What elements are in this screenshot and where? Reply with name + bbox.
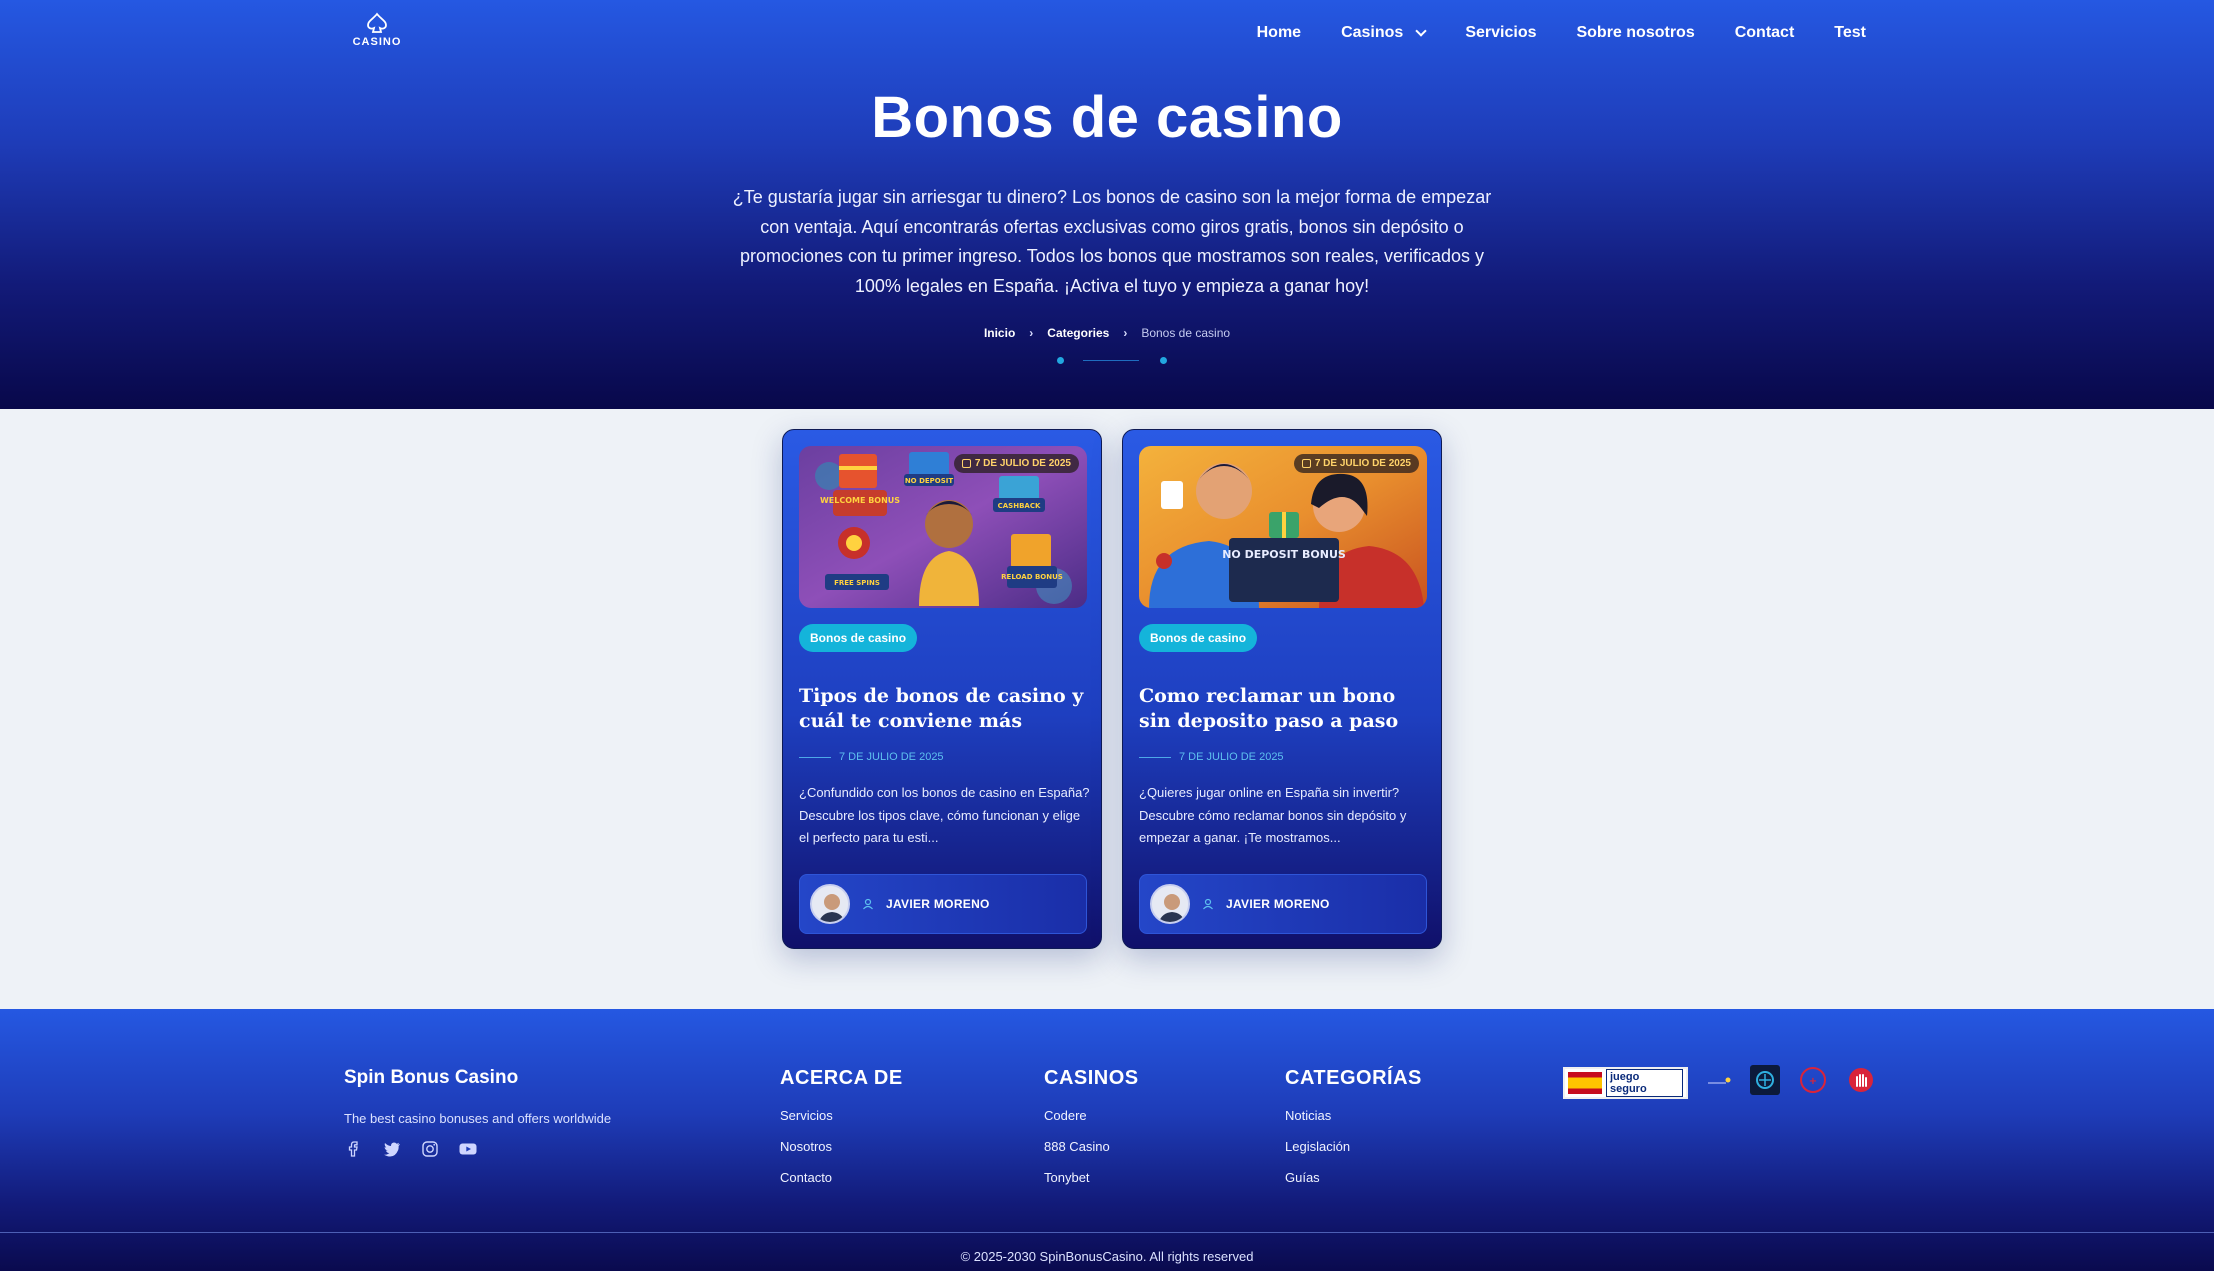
image-label-free-spins: FREE SPINS — [834, 579, 880, 587]
hero-section: CASINO Home Casinos Servicios Sobre noso… — [0, 0, 2214, 409]
post-card[interactable]: NO DEPOSIT BONUS 7 DE JULIO DE 2025 Bono… — [1122, 429, 1442, 949]
date-chip: 7 DE JULIO DE 2025 — [1293, 454, 1419, 473]
footer-link-legislacion[interactable]: Legislación — [1285, 1139, 1422, 1154]
post-card[interactable]: WELCOME BONUS NO DEPOSIT CASHBACK FREE S… — [782, 429, 1102, 949]
date-chip: 7 DE JULIO DE 2025 — [953, 454, 1079, 473]
breadcrumb-current: Bonos de casino — [1141, 326, 1231, 340]
nav-sobre-nosotros[interactable]: Sobre nosotros — [1576, 24, 1694, 42]
footer-link-guias[interactable]: Guías — [1285, 1170, 1422, 1185]
dgoj-badge-icon[interactable] — [1706, 1073, 1732, 1092]
footer-col-acerca: ACERCA DE Servicios Nosotros Contacto — [780, 1067, 903, 1201]
post-title[interactable]: Tipos de bonos de casino y cuál te convi… — [799, 684, 1089, 734]
decorative-divider — [1055, 356, 1167, 366]
calendar-icon — [1301, 459, 1311, 468]
post-excerpt: ¿Confundido con los bonos de casino en E… — [799, 785, 1090, 845]
image-label-no-deposit-bonus: NO DEPOSIT BONUS — [1222, 548, 1346, 561]
footer-link-888[interactable]: 888 Casino — [1044, 1139, 1139, 1154]
author-photo-image — [1152, 886, 1188, 922]
footer-heading: ACERCA DE — [780, 1067, 903, 1089]
nav-test[interactable]: Test — [1834, 24, 1866, 42]
breadcrumb-categories[interactable]: Categories — [1047, 326, 1109, 340]
breadcrumb-inicio[interactable]: Inicio — [984, 326, 1015, 340]
image-label-no-deposit: NO DEPOSIT — [905, 477, 954, 485]
site-footer: Spin Bonus Casino The best casino bonuse… — [0, 1009, 2214, 1271]
nav-casinos[interactable]: Casinos — [1341, 24, 1427, 42]
juego-seguro-badge[interactable]: juego seguro — [1563, 1066, 1688, 1099]
post-thumbnail[interactable]: WELCOME BONUS NO DEPOSIT CASHBACK FREE S… — [799, 446, 1087, 608]
responsible-gaming-badges: juego seguro + — [1563, 1065, 1876, 1100]
post-date-text: 7 DE JULIO DE 2025 — [839, 751, 944, 763]
footer-tagline: The best casino bonuses and offers world… — [344, 1111, 612, 1126]
footer-link-codere[interactable]: Codere — [1044, 1108, 1139, 1123]
author-name: JAVIER MORENO — [1226, 897, 1330, 911]
spain-flag-icon — [1568, 1071, 1602, 1094]
breadcrumb: Inicio › Categories › Bonos de casino — [0, 326, 2214, 340]
instagram-icon[interactable] — [420, 1139, 440, 1159]
post-excerpt: ¿Quieres jugar online en España sin inve… — [1139, 785, 1407, 845]
author-box[interactable]: JAVIER MORENO — [1139, 874, 1427, 934]
avatar — [810, 884, 850, 924]
footer-heading: CASINOS — [1044, 1067, 1139, 1089]
footer-link-noticias[interactable]: Noticias — [1285, 1108, 1422, 1123]
category-tag[interactable]: Bonos de casino — [1139, 624, 1258, 652]
social-links — [344, 1139, 478, 1159]
category-tag[interactable]: Bonos de casino — [799, 624, 918, 652]
user-icon — [1203, 898, 1213, 910]
chevron-right-icon: › — [1029, 326, 1034, 340]
post-title[interactable]: Como reclamar un bono sin deposito paso … — [1139, 684, 1429, 734]
main-nav: Home Casinos Servicios Sobre nosotros Co… — [1257, 24, 1866, 42]
chevron-down-icon — [1415, 24, 1427, 37]
post-thumbnail[interactable]: NO DEPOSIT BONUS 7 DE JULIO DE 2025 — [1139, 446, 1427, 608]
divider-dot — [1057, 357, 1064, 364]
footer-link-servicios[interactable]: Servicios — [780, 1108, 903, 1123]
age-restriction-badge-icon[interactable]: + — [1798, 1065, 1828, 1100]
stop-hand-badge-icon[interactable] — [1846, 1065, 1876, 1100]
spade-logo-icon — [367, 12, 387, 33]
footer-col-categorias: CATEGORÍAS Noticias Legislación Guías — [1285, 1067, 1422, 1201]
date-chip-text: 7 DE JULIO DE 2025 — [1314, 458, 1411, 469]
post-date: 7 DE JULIO DE 2025 — [1139, 751, 1284, 763]
juego-seguro-text: juego seguro — [1605, 1068, 1683, 1097]
user-icon — [863, 898, 873, 910]
footer-brand: Spin Bonus Casino — [344, 1067, 519, 1088]
author-photo-image — [812, 886, 848, 922]
site-logo[interactable]: CASINO — [350, 12, 404, 48]
date-divider — [1139, 756, 1171, 758]
gambling-therapy-badge-icon[interactable] — [1750, 1065, 1780, 1100]
nav-contact[interactable]: Contact — [1735, 24, 1795, 42]
date-divider — [799, 756, 831, 758]
author-name: JAVIER MORENO — [886, 897, 990, 911]
hero-description: ¿Te gustaría jugar sin arriesgar tu dine… — [732, 187, 1492, 296]
image-label-reload: RELOAD BONUS — [1001, 573, 1063, 581]
post-date: 7 DE JULIO DE 2025 — [799, 751, 944, 763]
image-label-welcome: WELCOME BONUS — [820, 496, 900, 505]
image-label-cashback: CASHBACK — [998, 502, 1041, 510]
author-box[interactable]: JAVIER MORENO — [799, 874, 1087, 934]
date-chip-text: 7 DE JULIO DE 2025 — [974, 458, 1071, 469]
avatar — [1150, 884, 1190, 924]
footer-link-nosotros[interactable]: Nosotros — [780, 1139, 903, 1154]
youtube-icon[interactable] — [458, 1139, 478, 1159]
copyright: © 2025-2030 SpinBonusCasino. All rights … — [960, 1249, 1254, 1264]
facebook-icon[interactable] — [344, 1139, 364, 1159]
nav-casinos-label: Casinos — [1341, 24, 1404, 41]
logo-text: CASINO — [352, 36, 402, 48]
divider-line — [1083, 360, 1139, 361]
twitter-icon[interactable] — [382, 1139, 402, 1159]
svg-text:+: + — [1809, 1076, 1817, 1087]
nav-servicios[interactable]: Servicios — [1465, 24, 1536, 42]
footer-heading: CATEGORÍAS — [1285, 1067, 1422, 1089]
footer-divider — [0, 1232, 2214, 1233]
divider-dot — [1160, 357, 1167, 364]
page-title: Bonos de casino — [871, 85, 1343, 150]
calendar-icon — [961, 459, 971, 468]
nav-home[interactable]: Home — [1257, 24, 1301, 42]
chevron-right-icon: › — [1123, 326, 1128, 340]
post-date-text: 7 DE JULIO DE 2025 — [1179, 751, 1284, 763]
footer-col-casinos: CASINOS Codere 888 Casino Tonybet — [1044, 1067, 1139, 1201]
footer-link-contacto[interactable]: Contacto — [780, 1170, 903, 1185]
footer-link-tonybet[interactable]: Tonybet — [1044, 1170, 1139, 1185]
